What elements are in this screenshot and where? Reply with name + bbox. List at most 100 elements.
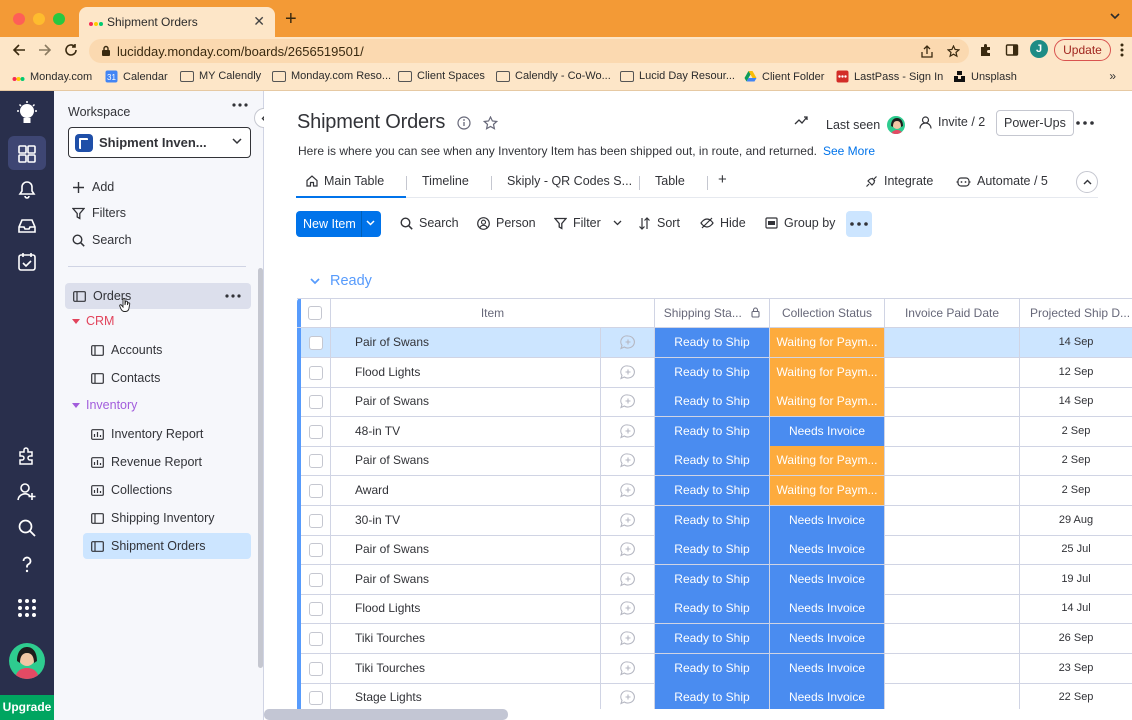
back-arrow-icon[interactable] [12, 43, 26, 57]
item-name-cell[interactable]: Pair of Swans [330, 387, 600, 417]
updates-cell[interactable] [600, 387, 654, 417]
search-button[interactable]: Search [400, 216, 459, 230]
group-title[interactable]: Ready [330, 273, 372, 289]
row-checkbox[interactable] [309, 454, 323, 469]
invoice-paid-date-cell[interactable] [884, 535, 1019, 565]
board-title[interactable]: Shipment Orders [297, 111, 445, 134]
collection-status-cell[interactable]: Needs Invoice [769, 416, 884, 446]
sidebar-folder-crm[interactable]: CRM [72, 312, 114, 330]
row-checkbox[interactable] [309, 572, 323, 587]
search-everything-icon[interactable] [17, 518, 37, 538]
bookmark-calendly-coworking[interactable]: Calendly - Co-Wo... [496, 70, 611, 82]
updates-cell[interactable] [600, 564, 654, 594]
user-avatar[interactable] [9, 643, 45, 679]
collection-status-cell[interactable]: Needs Invoice [769, 683, 884, 713]
row-checkbox[interactable] [309, 424, 323, 439]
invite-button[interactable]: Invite / 2 [919, 115, 985, 129]
minimize-window-button[interactable] [33, 13, 45, 25]
invite-members-icon[interactable] [17, 482, 37, 502]
bookmark-my-calendly[interactable]: MY Calendly [180, 70, 261, 82]
sidebar-item-revenue-report[interactable]: Revenue Report [83, 449, 251, 475]
add-update-icon[interactable] [620, 601, 636, 616]
shipping-status-cell[interactable]: Ready to Ship [654, 476, 769, 505]
last-seen-button[interactable]: Last seen [826, 115, 907, 135]
collection-status-cell[interactable]: Waiting for Paym... [769, 387, 884, 417]
invoice-paid-date-cell[interactable] [884, 624, 1019, 653]
reload-icon[interactable] [64, 43, 78, 57]
bookmark-lucid-day-resources[interactable]: Lucid Day Resour... [620, 70, 735, 82]
row-checkbox[interactable] [309, 661, 323, 676]
column-header-invoice-paid-date[interactable]: Invoice Paid Date [884, 299, 1019, 328]
sidebar-item-shipping-inventory[interactable]: Shipping Inventory [83, 505, 251, 531]
add-update-icon[interactable] [620, 660, 636, 676]
add-update-icon[interactable] [620, 690, 636, 705]
maximize-window-button[interactable] [53, 13, 65, 25]
url-field[interactable]: lucidday.monday.com/boards/2656519501/ [89, 39, 969, 63]
table-row[interactable]: Award Ready to Ship Waiting for Paym... 2 S… [301, 476, 1132, 506]
row-checkbox[interactable] [309, 602, 323, 617]
shipping-status-cell[interactable]: Ready to Ship [654, 505, 769, 535]
shipping-status-cell[interactable]: Ready to Ship [654, 564, 769, 594]
add-update-icon[interactable] [620, 631, 636, 646]
info-icon[interactable] [457, 116, 471, 130]
table-row[interactable]: Pair of Swans Ready to Ship Waiting for Pa… [301, 328, 1132, 358]
tab-skiply-qr-codes[interactable]: Skiply - QR Codes S... [507, 174, 632, 188]
sidebar-item-accounts[interactable]: Accounts [83, 337, 251, 363]
item-name-cell[interactable]: Tiki Tourches [330, 653, 600, 683]
chevron-down-icon[interactable] [613, 220, 622, 226]
my-work-calendar-icon[interactable] [17, 252, 37, 272]
updates-cell[interactable] [600, 535, 654, 565]
add-update-icon[interactable] [620, 483, 636, 498]
collection-status-cell[interactable]: Needs Invoice [769, 624, 884, 653]
work-management-grid-icon[interactable] [17, 144, 37, 164]
integrate-button[interactable]: Integrate [865, 174, 933, 188]
row-checkbox[interactable] [309, 691, 323, 706]
group-header[interactable]: Ready [310, 273, 372, 289]
invoice-paid-date-cell[interactable] [884, 505, 1019, 535]
invoice-paid-date-cell[interactable] [884, 357, 1019, 387]
collection-status-cell[interactable]: Needs Invoice [769, 594, 884, 624]
sidebar-item-inventory-report[interactable]: Inventory Report [83, 421, 251, 447]
projected-ship-date-cell[interactable]: 2 Sep [1019, 446, 1132, 476]
add-update-icon[interactable] [620, 335, 636, 350]
table-row[interactable]: Flood Lights Ready to Ship Waiting for Pay… [301, 357, 1132, 388]
updates-cell[interactable] [600, 683, 654, 713]
shipping-status-cell[interactable]: Ready to Ship [654, 387, 769, 417]
add-update-icon[interactable] [620, 572, 636, 587]
updates-cell[interactable] [600, 357, 654, 387]
shipping-status-cell[interactable]: Ready to Ship [654, 446, 769, 476]
profile-avatar[interactable]: J [1030, 40, 1048, 58]
lightbulb-logo-icon[interactable] [16, 101, 38, 127]
row-checkbox[interactable] [309, 513, 323, 528]
item-name-cell[interactable]: Tiki Tourches [330, 624, 600, 653]
projected-ship-date-cell[interactable]: 19 Jul [1019, 564, 1132, 594]
sidebar-item-collections[interactable]: Collections [83, 477, 251, 503]
table-row[interactable]: 48-in TV Ready to Ship Needs Invoice 2 Sep [301, 416, 1132, 447]
tab-close-icon[interactable]: ✕ [253, 13, 265, 30]
sidebar-item-orders[interactable]: Orders [65, 283, 251, 309]
invoice-paid-date-cell[interactable] [884, 683, 1019, 713]
add-update-icon[interactable] [620, 512, 636, 528]
apps-puzzle-icon[interactable] [17, 446, 37, 466]
horizontal-scrollbar[interactable] [264, 709, 508, 720]
item-name-cell[interactable]: Pair of Swans [330, 564, 600, 594]
upgrade-button[interactable]: Upgrade [0, 695, 54, 720]
chevron-down-icon[interactable] [366, 220, 375, 226]
bookmarks-overflow-button[interactable]: » [1109, 69, 1116, 83]
table-row[interactable]: Flood Lights Ready to Ship Needs Invoice 14… [301, 594, 1132, 625]
sidebar-scrollbar[interactable] [258, 268, 263, 668]
row-checkbox[interactable] [309, 365, 323, 380]
power-ups-button[interactable]: Power-Ups [996, 110, 1074, 136]
invoice-paid-date-cell[interactable] [884, 594, 1019, 624]
sidebar-item-shipment-orders[interactable]: Shipment Orders [83, 533, 251, 559]
chevron-down-icon[interactable] [310, 277, 320, 285]
invoice-paid-date-cell[interactable] [884, 446, 1019, 476]
item-name-cell[interactable]: Flood Lights [330, 357, 600, 387]
row-checkbox[interactable] [309, 336, 323, 350]
filter-button[interactable]: Filter [554, 216, 622, 230]
collection-status-cell[interactable]: Waiting for Paym... [769, 476, 884, 505]
updates-cell[interactable] [600, 446, 654, 476]
workspace-options-icon[interactable] [232, 103, 248, 107]
sidebar-item-contacts[interactable]: Contacts [83, 365, 251, 391]
bookmark-calendar[interactable]: 31 Calendar [105, 70, 168, 83]
